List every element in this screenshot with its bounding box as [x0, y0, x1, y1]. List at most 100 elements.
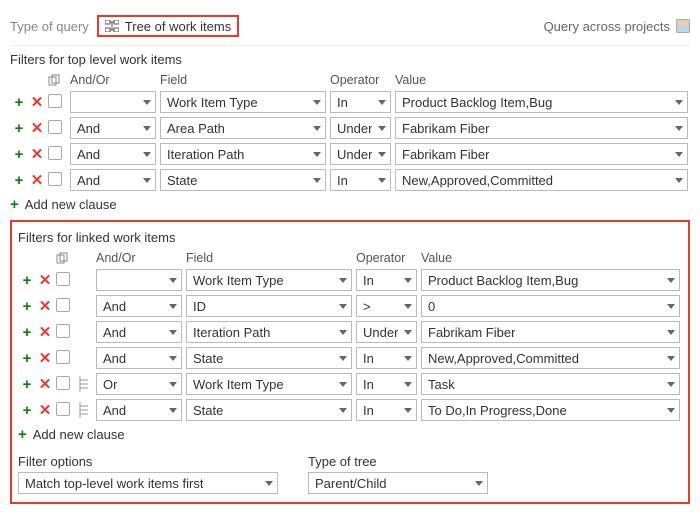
chevron-down-icon — [667, 382, 675, 387]
chevron-down-icon — [667, 304, 675, 309]
dropdown[interactable]: Work Item Type — [160, 91, 326, 113]
row-checkbox[interactable] — [56, 272, 70, 286]
remove-row-button[interactable] — [38, 323, 52, 341]
remove-row-button[interactable] — [30, 171, 44, 189]
dropdown[interactable]: Iteration Path — [160, 143, 326, 165]
dropdown[interactable]: Or — [96, 373, 182, 395]
dropdown[interactable]: Product Backlog Item,Bug — [421, 269, 680, 291]
dropdown[interactable]: Work Item Type — [186, 373, 352, 395]
dropdown[interactable]: And — [96, 321, 182, 343]
dropdown[interactable]: Fabrikam Fiber — [395, 117, 688, 139]
add-new-clause-top[interactable]: Add new clause — [10, 197, 117, 212]
filter-options-select[interactable]: Match top-level work items first — [18, 472, 278, 494]
linked-filters-title: Filters for linked work items — [18, 230, 682, 245]
chevron-down-icon — [339, 382, 347, 387]
dropdown[interactable]: Task — [421, 373, 680, 395]
col-header-value: Value — [393, 71, 690, 89]
remove-row-button[interactable] — [30, 119, 44, 137]
row-checkbox[interactable] — [56, 402, 70, 416]
remove-row-button[interactable] — [38, 297, 52, 315]
add-row-button[interactable] — [20, 349, 34, 367]
dropdown[interactable]: And — [70, 143, 156, 165]
add-row-button[interactable] — [12, 145, 26, 163]
add-row-button[interactable] — [20, 375, 34, 393]
remove-row-button[interactable] — [38, 349, 52, 367]
add-row-button[interactable] — [20, 297, 34, 315]
plus-icon — [10, 197, 19, 212]
dropdown[interactable]: Under — [330, 117, 391, 139]
row-checkbox[interactable] — [56, 324, 70, 338]
row-checkbox[interactable] — [56, 350, 70, 364]
remove-row-button[interactable] — [38, 401, 52, 419]
dropdown[interactable] — [70, 91, 156, 113]
chevron-down-icon — [475, 481, 483, 486]
remove-row-button[interactable] — [38, 271, 52, 289]
row-checkbox[interactable] — [48, 94, 62, 108]
add-new-clause-linked[interactable]: Add new clause — [18, 427, 125, 442]
copy-icon[interactable] — [48, 74, 66, 86]
dropdown[interactable]: New,Approved,Committed — [395, 169, 688, 191]
chevron-down-icon — [404, 278, 412, 283]
dropdown[interactable]: State — [186, 399, 352, 421]
query-type-selector[interactable]: Tree of work items — [97, 15, 239, 37]
chevron-down-icon — [313, 126, 321, 131]
dropdown[interactable]: Area Path — [160, 117, 326, 139]
row-checkbox[interactable] — [56, 376, 70, 390]
clause-row: AndArea PathUnderFabrikam Fiber — [10, 115, 690, 141]
remove-row-button[interactable] — [30, 145, 44, 163]
add-row-button[interactable] — [20, 271, 34, 289]
dropdown[interactable]: And — [96, 399, 182, 421]
row-checkbox[interactable] — [48, 172, 62, 186]
dropdown[interactable]: In — [330, 169, 391, 191]
dropdown[interactable]: And — [70, 117, 156, 139]
dropdown[interactable]: In — [356, 347, 417, 369]
add-row-button[interactable] — [12, 119, 26, 137]
dropdown[interactable] — [96, 269, 182, 291]
dropdown[interactable]: 0 — [421, 295, 680, 317]
tree-icon — [105, 20, 119, 32]
col-header-operator: Operator — [354, 249, 419, 267]
chevron-down-icon — [404, 356, 412, 361]
chevron-down-icon — [667, 330, 675, 335]
add-row-button[interactable] — [20, 401, 34, 419]
row-checkbox[interactable] — [48, 120, 62, 134]
type-of-tree-select[interactable]: Parent/Child — [308, 472, 488, 494]
chevron-down-icon — [265, 481, 273, 486]
dropdown[interactable]: In — [330, 91, 391, 113]
query-across-projects-checkbox[interactable] — [676, 19, 690, 33]
dropdown[interactable]: Fabrikam Fiber — [421, 321, 680, 343]
dropdown[interactable]: And — [70, 169, 156, 191]
dropdown[interactable]: ID — [186, 295, 352, 317]
dropdown[interactable]: New,Approved,Committed — [421, 347, 680, 369]
dropdown[interactable]: In — [356, 399, 417, 421]
remove-row-button[interactable] — [38, 375, 52, 393]
row-checkbox[interactable] — [48, 146, 62, 160]
chevron-down-icon — [378, 100, 386, 105]
dropdown[interactable]: Iteration Path — [186, 321, 352, 343]
dropdown[interactable]: Under — [330, 143, 391, 165]
add-row-button[interactable] — [20, 323, 34, 341]
dropdown[interactable]: Product Backlog Item,Bug — [395, 91, 688, 113]
chevron-down-icon — [404, 304, 412, 309]
dropdown[interactable]: > — [356, 295, 417, 317]
dropdown[interactable]: And — [96, 347, 182, 369]
chevron-down-icon — [313, 178, 321, 183]
chevron-down-icon — [675, 126, 683, 131]
clause-row: Work Item TypeInProduct Backlog Item,Bug — [18, 267, 682, 293]
add-row-button[interactable] — [12, 93, 26, 111]
add-row-button[interactable] — [12, 171, 26, 189]
dropdown[interactable]: In — [356, 373, 417, 395]
type-of-tree-label: Type of tree — [308, 454, 488, 469]
dropdown[interactable]: State — [160, 169, 326, 191]
dropdown[interactable]: Under — [356, 321, 417, 343]
dropdown[interactable]: State — [186, 347, 352, 369]
dropdown[interactable]: In — [356, 269, 417, 291]
dropdown[interactable]: And — [96, 295, 182, 317]
dropdown[interactable]: Work Item Type — [186, 269, 352, 291]
row-checkbox[interactable] — [56, 298, 70, 312]
chevron-down-icon — [339, 356, 347, 361]
dropdown[interactable]: To Do,In Progress,Done — [421, 399, 680, 421]
dropdown[interactable]: Fabrikam Fiber — [395, 143, 688, 165]
copy-icon[interactable] — [56, 252, 74, 264]
remove-row-button[interactable] — [30, 93, 44, 111]
